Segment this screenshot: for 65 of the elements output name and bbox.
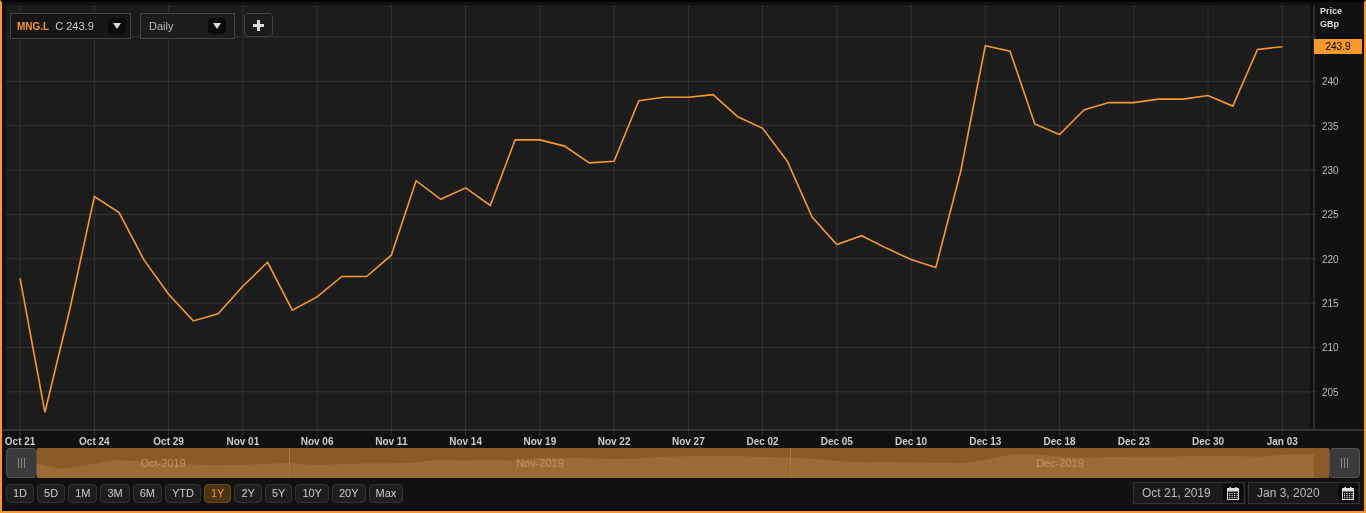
range-button[interactable]: 1M	[68, 483, 98, 503]
axis-tick-label: 230	[1322, 165, 1339, 177]
axis-tick-label: Oct 21	[4, 436, 36, 447]
plus-icon	[253, 19, 264, 31]
interval-label: Daily	[149, 18, 174, 34]
symbol-label: MNG.L	[17, 19, 50, 34]
axis-tick-label: Jan 03	[1266, 436, 1298, 447]
calendar-button[interactable]	[1338, 483, 1358, 503]
range-button[interactable]: Max	[368, 483, 404, 503]
axis-tick-label: Oct 24	[79, 436, 110, 447]
axis-tick-label: 240	[1322, 76, 1339, 88]
calendar-button[interactable]	[1223, 483, 1243, 503]
calendar-icon	[1227, 486, 1239, 500]
dropdown-button[interactable]	[208, 18, 226, 34]
axis-tick-label: 215	[1322, 298, 1339, 310]
month-label: Oct-2019	[140, 455, 186, 471]
grip-icon	[1341, 458, 1348, 468]
add-button[interactable]	[244, 13, 273, 37]
range-button[interactable]: 1D	[6, 483, 35, 503]
dropdown-button[interactable]	[108, 18, 126, 34]
range-button[interactable]: 5D	[37, 483, 66, 503]
axis-tick-label: Nov 11	[375, 436, 408, 447]
axis-tick-label: 225	[1322, 209, 1339, 221]
axis-unit: GBp	[1320, 18, 1340, 31]
axis-tick-label: 205	[1322, 386, 1339, 398]
calendar-icon	[1342, 486, 1354, 500]
date-field[interactable]: Oct 21, 2019	[1133, 482, 1245, 504]
axis-tick-label: 235	[1322, 120, 1339, 132]
axis-tick-label: Nov 14	[449, 436, 482, 447]
range-button[interactable]: YTD	[164, 483, 201, 503]
date-field[interactable]: Jan 3, 2020	[1248, 482, 1360, 504]
range-handle[interactable]	[6, 448, 37, 478]
axis-tick-label: Nov 27	[671, 436, 705, 447]
axis-tick-label: 210	[1322, 342, 1339, 354]
axis-tick-label: 220	[1322, 253, 1339, 265]
axis-tick-label: Dec 05	[820, 436, 853, 447]
axis-tick-label: Dec 02	[746, 436, 779, 447]
interval-selector[interactable]: Daily	[140, 13, 235, 39]
axis-tick-label: Oct 29	[153, 436, 184, 447]
axis-tick-label: Dec 10	[894, 436, 928, 447]
grip-icon	[18, 458, 25, 468]
date-value: Oct 21, 2019	[1142, 485, 1211, 502]
last-quote: C 243.9	[55, 18, 94, 34]
axis-tick-label: Dec 13	[969, 436, 1002, 447]
caret-icon	[113, 23, 121, 29]
range-button[interactable]: 5Y	[264, 483, 293, 503]
axis-tick-label: Dec 30	[1191, 436, 1225, 447]
range-button[interactable]: 20Y	[331, 483, 366, 503]
range-button[interactable]: 2Y	[234, 483, 262, 503]
current-price-tag: 243.9	[1314, 39, 1362, 55]
date-value: Jan 3, 2020	[1257, 485, 1320, 502]
axis-tick-label: Nov 19	[523, 436, 557, 447]
axis-tick-label: Nov 01	[226, 436, 260, 447]
axis-tick-label: Dec 18	[1043, 436, 1076, 447]
range-handle[interactable]	[1329, 448, 1360, 478]
caret-icon	[213, 23, 221, 29]
symbol-selector[interactable]: MNG.L C 243.9	[10, 13, 131, 39]
range-button[interactable]: 6M	[132, 483, 162, 503]
axis-tick-label: Nov 22	[597, 436, 631, 447]
range-button[interactable]: 10Y	[295, 483, 329, 503]
axis-tick-label: Dec 23	[1117, 436, 1150, 447]
range-button[interactable]: 1Y	[203, 483, 232, 503]
range-button[interactable]: 3M	[100, 483, 130, 503]
axis-tick-label: Nov 06	[300, 436, 334, 447]
axis-title: Price	[1320, 5, 1343, 18]
